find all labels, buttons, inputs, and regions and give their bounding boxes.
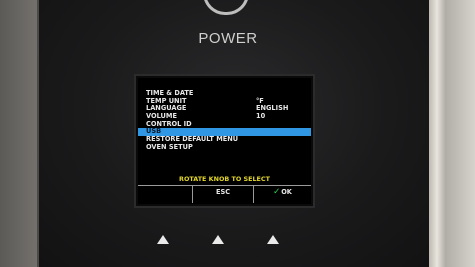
oven-control-scene: POWER TIME & DATE TEMP UNIT °F LANGUAGE … <box>0 0 475 267</box>
settings-menu: TIME & DATE TEMP UNIT °F LANGUAGE ENGLIS… <box>138 89 311 152</box>
power-label: POWER <box>198 30 258 47</box>
up-arrow-icon[interactable] <box>212 235 224 244</box>
esc-label: ESC <box>215 188 231 196</box>
menu-item-oven-setup[interactable]: OVEN SETUP <box>146 142 304 152</box>
up-arrow-icon[interactable] <box>157 235 169 244</box>
softkey-ok[interactable]: ✓OK <box>254 186 311 203</box>
instruction-prompt: ROTATE KNOB TO SELECT <box>179 175 270 183</box>
softkey-bar: ESC ✓OK <box>138 185 311 203</box>
lcd-screen: TIME & DATE TEMP UNIT °F LANGUAGE ENGLIS… <box>136 76 313 206</box>
up-arrow-icon[interactable] <box>267 235 279 244</box>
metal-bracket <box>429 0 445 267</box>
softkey-esc[interactable]: ESC <box>193 186 254 203</box>
softkey-left[interactable] <box>138 186 193 203</box>
menu-item-label: OVEN SETUP <box>146 142 193 151</box>
menu-item-value: 10 <box>256 112 266 121</box>
menu-item-control-id[interactable]: CONTROL ID <box>146 120 304 129</box>
ok-label: OK <box>281 188 292 196</box>
check-icon: ✓ <box>273 187 281 197</box>
